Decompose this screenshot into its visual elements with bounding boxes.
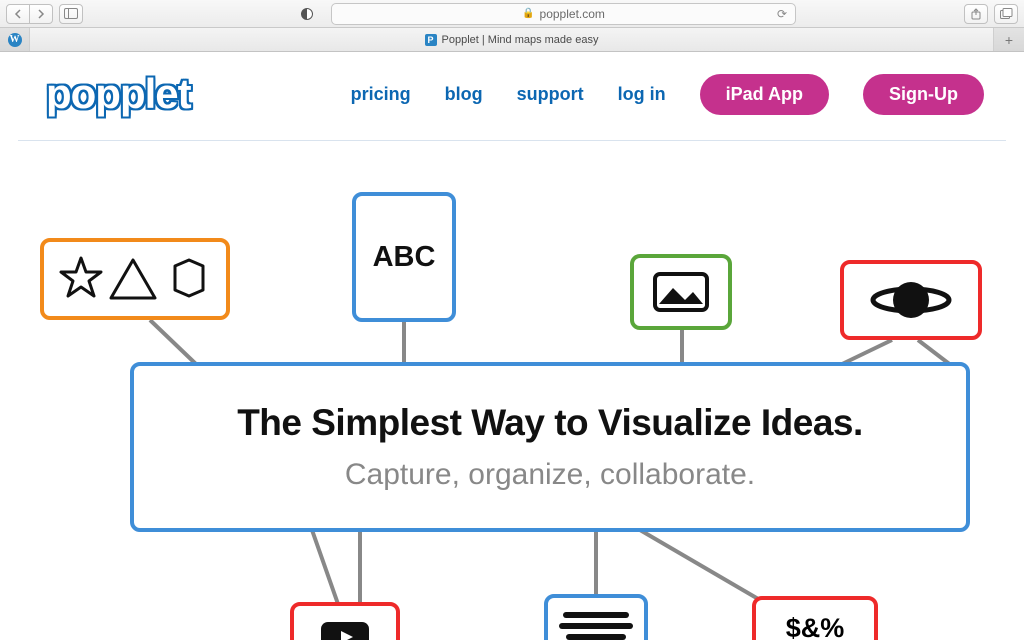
image-icon: [651, 270, 711, 314]
node-symbols: $&%: [752, 596, 878, 640]
nav-blog[interactable]: blog: [445, 84, 483, 105]
share-button[interactable]: [964, 4, 988, 24]
node-abc: ABC: [352, 192, 456, 322]
favicon: P: [425, 34, 437, 46]
nav-support[interactable]: support: [517, 84, 584, 105]
site-header: popplet pricing blog support log in iPad…: [0, 52, 1024, 140]
address-bar[interactable]: 🔒 popplet.com ⟳: [331, 3, 796, 25]
header-divider: [18, 140, 1006, 141]
text-line-icon: [559, 623, 633, 629]
hero-diagram: ABC The Simplest Way to Visualize Ideas.…: [0, 182, 1024, 640]
forward-button[interactable]: [29, 4, 53, 24]
nav-pricing[interactable]: pricing: [351, 84, 411, 105]
node-text-lines: [544, 594, 648, 640]
video-icon: [317, 618, 373, 640]
abc-label: ABC: [373, 241, 436, 274]
browser-toolbar: 🔒 popplet.com ⟳: [0, 0, 1024, 28]
refresh-icon[interactable]: ⟳: [777, 7, 787, 21]
new-tab-button[interactable]: +: [994, 28, 1024, 51]
ipad-app-button[interactable]: iPad App: [700, 74, 829, 115]
signup-button[interactable]: Sign-Up: [863, 74, 984, 115]
address-text: popplet.com: [540, 7, 605, 21]
text-line-icon: [563, 612, 629, 618]
tab-title: Popplet | Mind maps made easy: [442, 34, 599, 46]
reader-button[interactable]: [295, 4, 319, 24]
symbols-label: $&%: [786, 613, 845, 640]
nav-back-forward: [6, 4, 53, 24]
logo-text: popplet: [46, 70, 191, 117]
tab-popplet[interactable]: P Popplet | Mind maps made easy: [30, 28, 994, 51]
browser-tabbar: W P Popplet | Mind maps made easy +: [0, 28, 1024, 52]
text-line-icon: [566, 634, 626, 640]
tabs-button[interactable]: [994, 4, 1018, 24]
node-shapes: [40, 238, 230, 320]
logo[interactable]: popplet: [46, 70, 191, 118]
back-button[interactable]: [6, 4, 30, 24]
wordpress-icon: W: [8, 33, 22, 47]
contrast-icon: [301, 8, 313, 20]
node-video: [290, 602, 400, 640]
nav-login[interactable]: log in: [618, 84, 666, 105]
node-image: [630, 254, 732, 330]
sidebar-button[interactable]: [59, 4, 83, 24]
page-content: popplet pricing blog support log in iPad…: [0, 52, 1024, 640]
node-center: The Simplest Way to Visualize Ideas. Cap…: [130, 362, 970, 532]
lock-icon: 🔒: [522, 8, 534, 19]
hero-subline: Capture, organize, collaborate.: [345, 458, 755, 492]
pinned-tab-wordpress[interactable]: W: [0, 28, 30, 51]
hero-headline: The Simplest Way to Visualize Ideas.: [237, 402, 863, 444]
main-nav: pricing blog support log in iPad App Sig…: [351, 74, 984, 115]
node-planet: [840, 260, 982, 340]
planet-icon: [866, 275, 956, 325]
shapes-icon: [55, 252, 215, 306]
